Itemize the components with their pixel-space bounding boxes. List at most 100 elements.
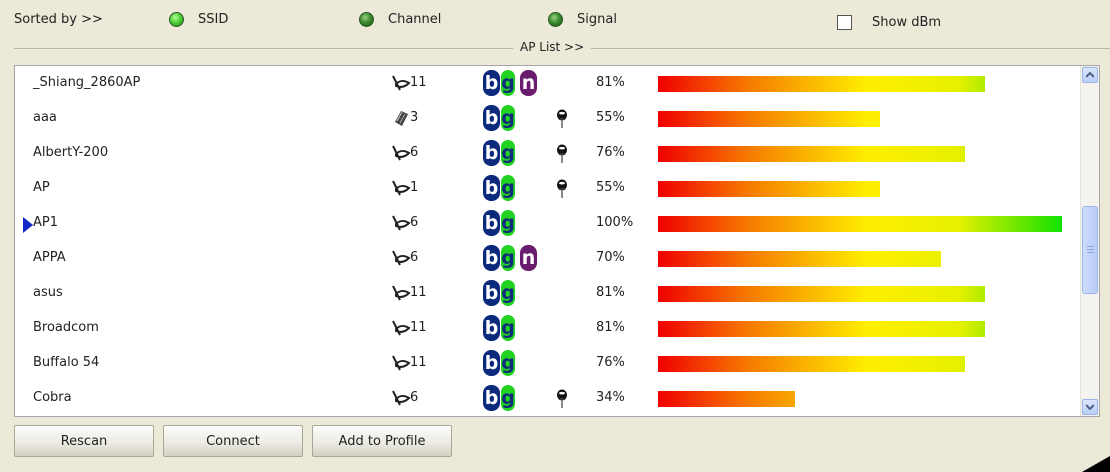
channel-label: 3 [410,110,419,125]
infrastructure-network-icon [391,283,411,303]
key-icon [556,109,568,129]
signal-bar [658,216,1062,232]
ssid-label: AP [33,180,50,195]
signal-bar [658,76,985,92]
signal-percent: 76% [596,355,625,370]
vertical-scrollbar[interactable] [1080,66,1099,416]
signal-bar [658,286,985,302]
ap-row[interactable]: AP 1 b g 55% [15,171,1081,206]
checkbox-box[interactable] [837,15,852,30]
scroll-down-button[interactable] [1082,399,1098,415]
mode-g-badge: g [501,245,515,271]
mode-g-badge: g [501,105,515,131]
ap-row[interactable]: Broadcom 11 b g 81% [15,311,1081,346]
key-icon [556,179,568,199]
signal-bar-track [658,286,1062,302]
infrastructure-network-icon [391,213,411,233]
signal-bar [658,251,941,267]
mode-b-badge: b [483,105,500,131]
wireless-mode-badges: bg [483,140,515,166]
channel-label: 11 [410,320,427,335]
radio-icon [169,12,184,27]
ap-row[interactable]: asus 11 b g 81% [15,276,1081,311]
ssid-label: AP1 [33,215,59,230]
ap-row[interactable]: Buffalo 54 11 b g 76% [15,346,1081,381]
channel-label: 6 [410,215,419,230]
sort-bar: Sorted by >> SSID Channel Signal Show dB… [0,0,1110,40]
signal-bar [658,391,795,407]
signal-bar-track [658,76,1062,92]
ssid-label: Broadcom [33,320,99,335]
ssid-label: APPA [33,250,66,265]
sort-channel-radio[interactable]: Channel [359,12,441,27]
radio-icon [548,12,563,27]
signal-percent: 81% [596,75,625,90]
signal-percent: 55% [596,180,625,195]
resize-corner-icon [1082,456,1110,472]
show-dbm-label: Show dBm [872,15,942,30]
mode-b-badge: b [483,350,500,376]
wireless-mode-badges: bg [483,210,515,236]
mode-g-badge: g [501,175,515,201]
ap-row[interactable]: AP1 6 b g 100% [15,206,1081,241]
channel-label: 6 [410,250,419,265]
signal-bar [658,146,965,162]
signal-percent: 34% [596,390,625,405]
sort-ssid-radio[interactable]: SSID [169,12,228,27]
ssid-label: _Shiang_2860AP [33,75,141,90]
ap-row[interactable]: APPA 6 b g n 70% [15,241,1081,276]
show-dbm-checkbox[interactable]: Show dBm [837,15,941,30]
scroll-up-button[interactable] [1082,67,1098,83]
signal-percent: 81% [596,285,625,300]
ssid-label: asus [33,285,63,300]
ap-row[interactable]: aaa 3 b g 55% [15,101,1081,136]
infrastructure-network-icon [391,318,411,338]
channel-label: 11 [410,285,427,300]
signal-bar-track [658,251,1062,267]
mode-b-badge: b [483,70,500,96]
signal-bar-track [658,391,1062,407]
signal-percent: 81% [596,320,625,335]
chevron-down-icon [1086,404,1094,410]
sort-ssid-label: SSID [198,12,229,27]
mode-g-badge: g [501,210,515,236]
ssid-label: Buffalo 54 [33,355,100,370]
mode-g-badge: g [501,140,515,166]
sorted-by-label: Sorted by >> [14,12,103,27]
signal-percent: 76% [596,145,625,160]
radio-icon [359,12,374,27]
infrastructure-network-icon [391,353,411,373]
sort-channel-label: Channel [388,12,442,27]
wireless-mode-badges: bgn [483,70,537,96]
scroll-thumb[interactable] [1082,206,1098,294]
wireless-mode-badges: bg [483,315,515,341]
channel-label: 11 [410,75,427,90]
ap-row[interactable]: AlbertY-200 6 b g 76% [15,136,1081,171]
mode-n-badge: n [520,70,537,96]
signal-bar [658,356,965,372]
wireless-mode-badges: bg [483,385,515,411]
infrastructure-network-icon [391,248,411,268]
connect-button[interactable]: Connect [163,425,303,457]
selected-arrow-icon [23,217,33,233]
ap-list-label: AP List >> [513,40,592,54]
rescan-button[interactable]: Rescan [14,425,154,457]
mode-b-badge: b [483,140,500,166]
ap-row[interactable]: _Shiang_2860AP 11 b g n 81% [15,66,1081,101]
signal-bar-track [658,181,1062,197]
sort-signal-radio[interactable]: Signal [548,12,617,27]
add-to-profile-button[interactable]: Add to Profile [312,425,452,457]
wireless-mode-badges: bgn [483,245,537,271]
signal-percent: 100% [596,215,634,230]
signal-percent: 55% [596,110,625,125]
wireless-mode-badges: bg [483,175,515,201]
chevron-up-icon [1086,72,1094,78]
wireless-mode-badges: bg [483,105,515,131]
mode-n-badge: n [520,245,537,271]
ap-row[interactable]: Cobra 6 b g 34% [15,381,1081,416]
mode-g-badge: g [501,350,515,376]
infrastructure-network-icon [391,143,411,163]
signal-bar [658,321,985,337]
ap-list[interactable]: _Shiang_2860AP 11 b g n 81% aaa 3 b g 55% AlbertY-2… [14,65,1100,417]
signal-percent: 70% [596,250,625,265]
